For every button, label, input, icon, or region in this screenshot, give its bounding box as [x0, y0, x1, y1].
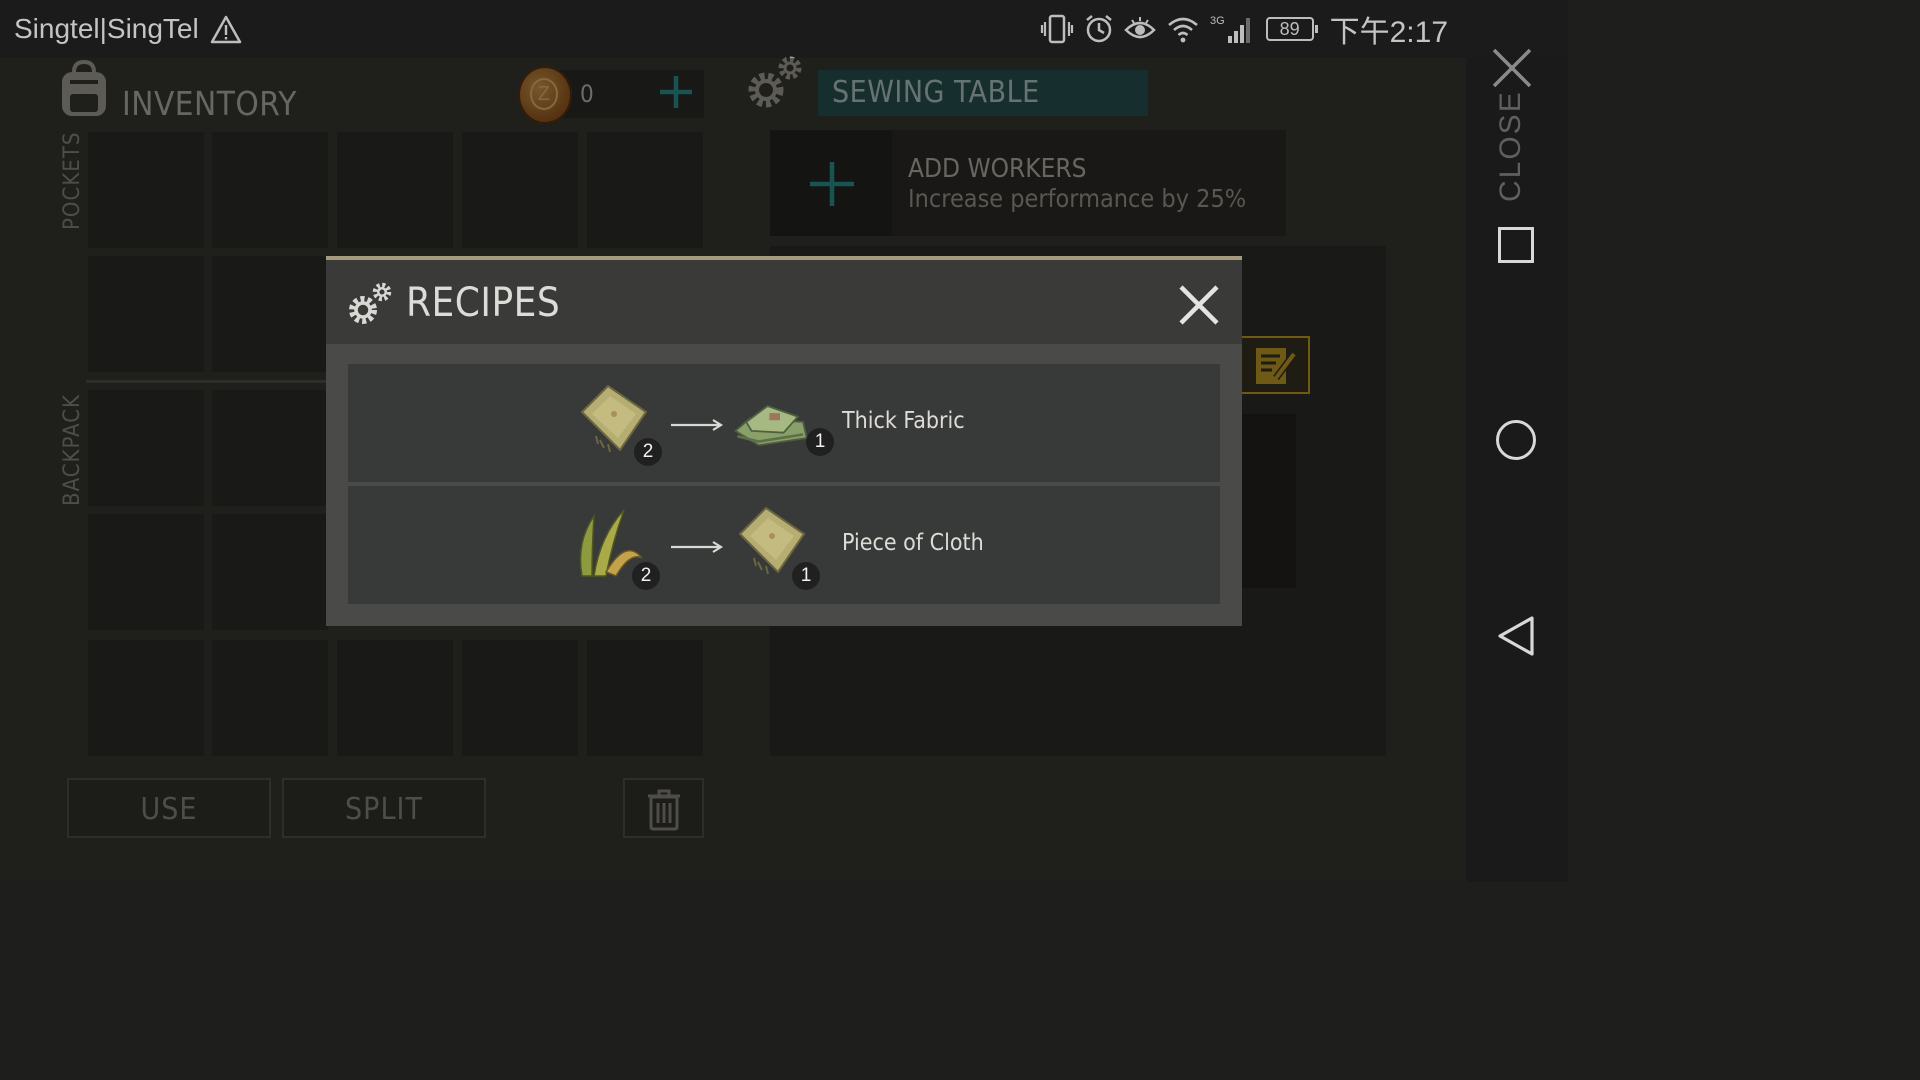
dialog-title: RECIPES: [406, 280, 561, 326]
warning-icon: [210, 15, 242, 44]
recent-apps-button[interactable]: [1498, 227, 1534, 263]
home-button[interactable]: [1496, 420, 1536, 460]
battery-icon: 89: [1265, 17, 1318, 41]
recipe-row[interactable]: 2 1 Thick Fabric: [348, 364, 1220, 482]
output-count-badge: 1: [806, 428, 834, 456]
status-bar: Singtel|SingTel 3G 89 下午2:17: [0, 0, 1568, 58]
wifi-icon: [1167, 17, 1198, 43]
vibrate-icon: [1040, 14, 1073, 44]
recipe-name: Piece of Cloth: [842, 530, 984, 556]
recipes-dialog: RECIPES 2 1 Thick Fabric 2 1 Piece of Cl…: [326, 256, 1242, 626]
gears-icon: [349, 282, 392, 324]
eye-comfort-icon: [1123, 17, 1156, 39]
close-label[interactable]: CLOSE: [1494, 90, 1528, 202]
signal-icon: 3G: [1210, 15, 1250, 43]
dialog-header: RECIPES: [326, 260, 1242, 344]
recipe-name: Thick Fabric: [842, 408, 965, 434]
close-icon[interactable]: [1490, 46, 1534, 90]
status-icons: 3G 89 下午2:17: [1040, 12, 1448, 49]
clock: 下午2:17: [1329, 16, 1448, 49]
arrow-icon: [671, 419, 724, 431]
close-dialog-button[interactable]: [1178, 284, 1220, 326]
recipe-row[interactable]: 2 1 Piece of Cloth: [348, 486, 1220, 604]
alarm-icon: [1085, 15, 1112, 43]
network-type: 3G: [1210, 15, 1225, 27]
battery-level: 89: [1279, 19, 1300, 39]
back-button[interactable]: [1496, 614, 1536, 658]
input-count-badge: 2: [632, 562, 660, 590]
carrier-name: Singtel|SingTel: [14, 13, 199, 44]
thick-fabric-icon: [734, 405, 808, 447]
input-count-badge: 2: [634, 438, 662, 466]
arrow-icon: [671, 541, 724, 553]
output-count-badge: 1: [792, 562, 820, 590]
